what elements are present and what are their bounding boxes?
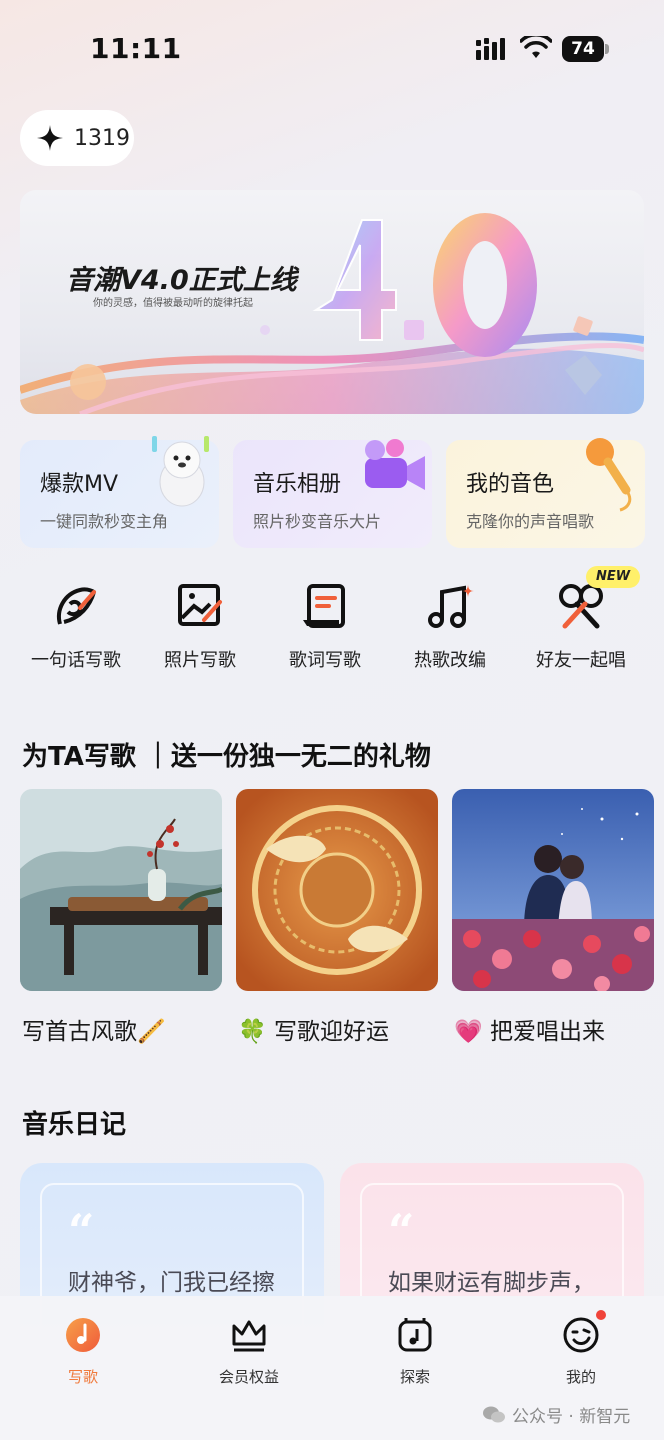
cellular-signal-icon [476,38,505,60]
guzheng-image [20,789,222,991]
microphone-icon [586,438,632,512]
quill-icon [57,587,96,625]
gift-thumb-koi[interactable] [236,789,438,991]
explore-music-icon [398,1318,432,1352]
feature-card-album[interactable]: 音乐相册 照片秒变音乐大片 [233,439,432,548]
banner-title: 音潮V4.0正式上线 [66,265,297,296]
battery-cap [605,44,609,54]
tab-label: 写歌 [67,1368,98,1386]
promo-banner[interactable]: 音潮V4.0正式上线 你的灵感，值得被最动听的旋律托起 [20,190,644,414]
watermark: 公众号 · 新智元 [482,1402,630,1427]
new-badge: NEW [586,566,640,588]
music-disc-icon [66,1318,100,1352]
feature-card-subtitle: 一键同款秒变主角 [40,512,169,531]
tool-photo[interactable]: 照片写歌 [140,580,260,672]
music-note-sparkle-icon [428,584,474,628]
tool-lyrics[interactable]: 歌词写歌 [265,580,385,672]
tool-label: 照片写歌 [164,650,236,671]
tab-label: 会员权益 [218,1368,279,1386]
quote-icon: “ [388,1204,415,1258]
photo-pen-icon [178,584,222,626]
feature-card-subtitle: 照片秒变音乐大片 [253,512,382,531]
tool-label: 好友一起唱 [536,650,626,671]
gift-caption: 💗 把爱唱出来 [454,1019,605,1045]
tab-label: 我的 [565,1368,596,1386]
gift-thumb-ancient[interactable] [20,789,222,991]
points-pill[interactable]: 1319 [20,110,134,166]
feature-card-mv[interactable]: 爆款MV 一键同款秒变主角 [20,436,219,548]
status-time: 11:11 [90,32,182,65]
profile-face-icon [563,1317,599,1353]
gift-thumb-love[interactable] [452,789,654,991]
wechat-icon [483,1406,505,1422]
watermark-text: 公众号 · 新智元 [512,1407,631,1427]
points-value: 1319 [74,125,130,151]
gift-section-title: 为TA写歌 ｜送一份独一无二的礼物 [22,742,431,772]
couple-roses-image [452,789,654,991]
tool-duet[interactable]: 好友一起唱 [521,580,641,672]
tab-write-song[interactable]: 写歌 [33,1316,133,1387]
tool-label: 一句话写歌 [31,650,121,671]
video-camera-icon [365,439,425,490]
tool-label: 热歌改编 [414,650,486,671]
gift-caption: 写首古风歌🪈 [22,1019,166,1045]
gift-caption: 🍀 写歌迎好运 [238,1019,389,1045]
wifi-icon [520,36,552,58]
feature-card-voice[interactable]: 我的音色 克隆你的声音唱歌 [446,438,645,548]
koi-fish-image [236,789,438,991]
banner-subtitle: 你的灵感，值得被最动听的旋律托起 [93,298,253,309]
tab-membership[interactable]: 会员权益 [199,1316,299,1387]
seal-mascot-icon [152,436,209,507]
tab-explore[interactable]: 探索 [365,1316,465,1387]
tab-profile[interactable]: 我的 [531,1316,631,1387]
sparkle-icon [37,125,63,151]
tab-label: 探索 [399,1368,430,1386]
quote-icon: “ [68,1204,95,1258]
tool-one-sentence[interactable]: 一句话写歌 [16,580,136,672]
tool-remix[interactable]: 热歌改编 [390,580,510,672]
battery-indicator: 74 [562,36,604,62]
diary-section-title: 音乐日记 [22,1110,127,1140]
crown-icon [232,1320,266,1352]
tool-label: 歌词写歌 [289,650,361,671]
notification-dot [596,1310,606,1320]
status-bar: 11:11 74 [0,0,664,100]
lyrics-scroll-icon [303,584,345,628]
